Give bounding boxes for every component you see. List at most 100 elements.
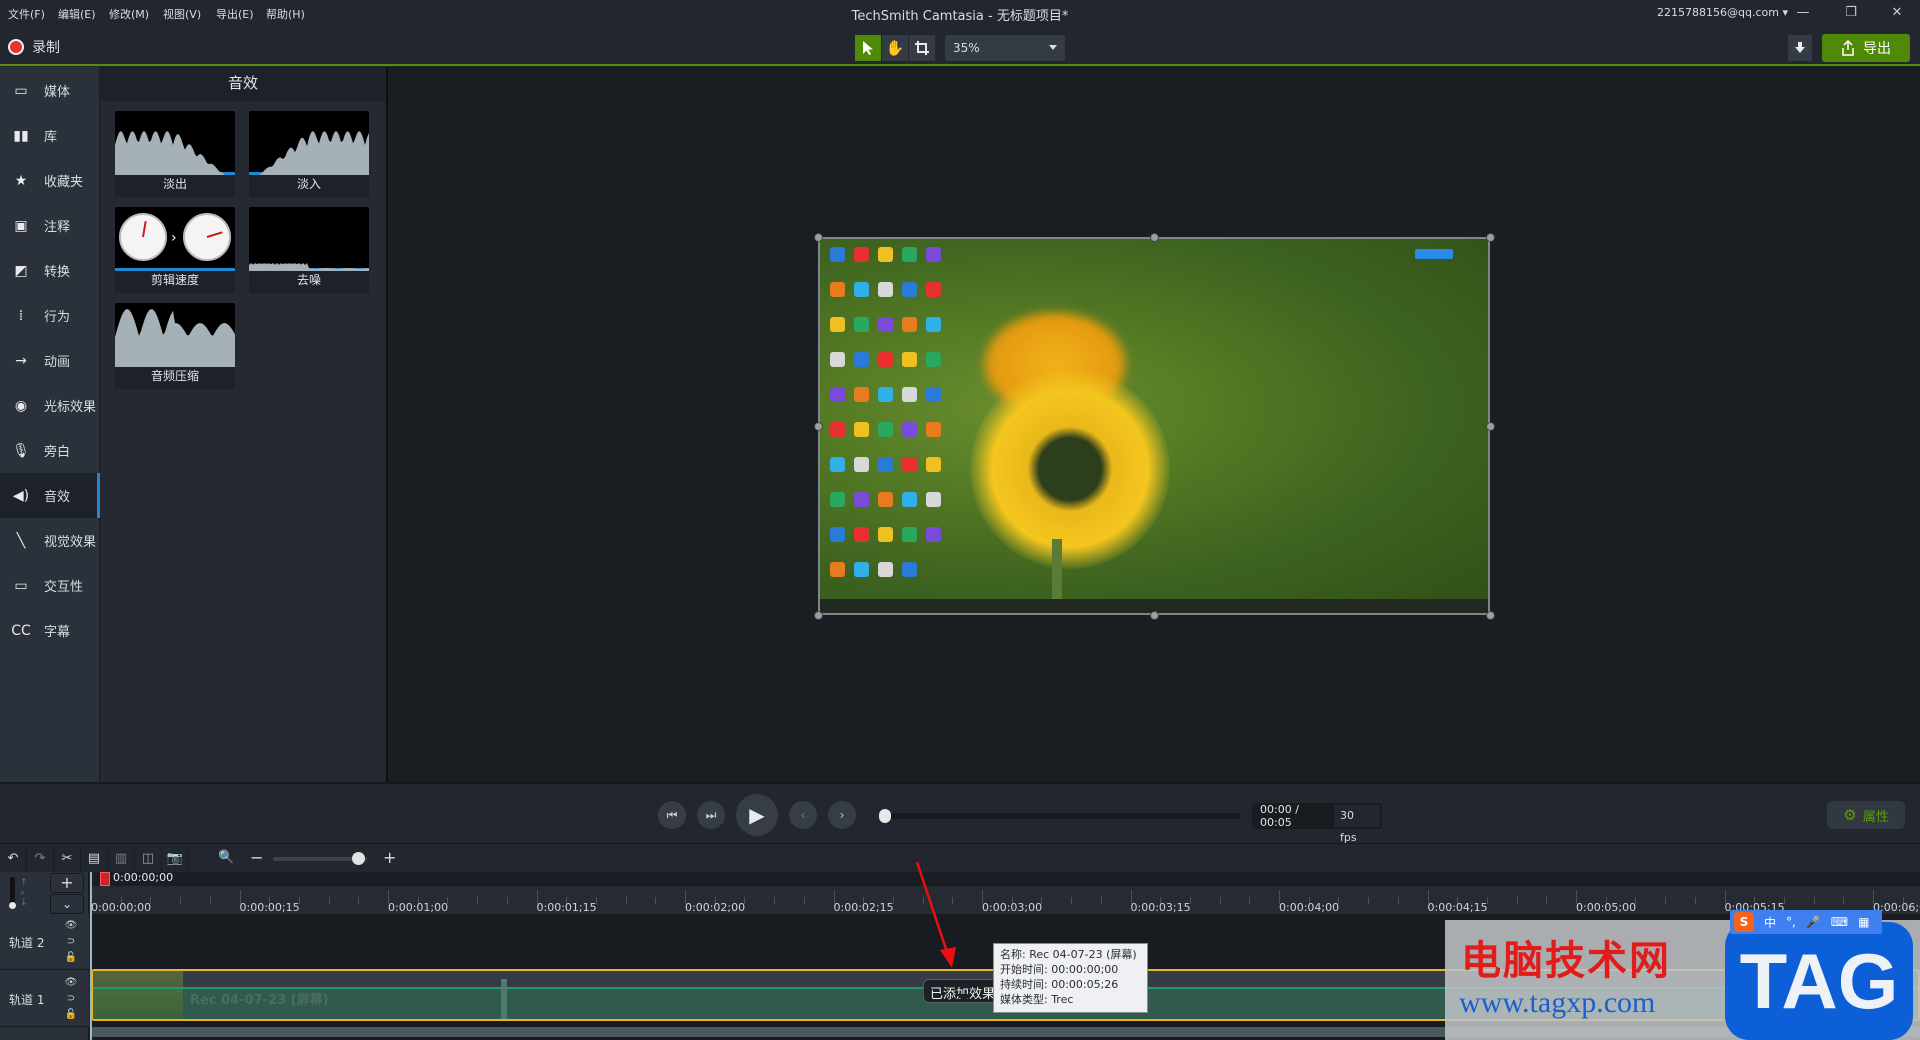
record-button[interactable]: 录制: [8, 37, 60, 57]
resize-handle[interactable]: [1486, 233, 1495, 242]
track-height-handle[interactable]: [9, 902, 16, 909]
eye-icon[interactable]: 👁: [64, 975, 78, 991]
split-button[interactable]: ◫: [135, 845, 162, 872]
effect-fade-in[interactable]: 淡入: [249, 111, 369, 197]
snapshot-button[interactable]: 📷: [162, 845, 189, 872]
sidebar-item-label: 库: [44, 130, 58, 145]
track-height-slider[interactable]: [10, 877, 15, 905]
sidebar-item-2[interactable]: ★ 收藏夹: [0, 158, 100, 203]
track-options-button[interactable]: ⌄: [50, 894, 84, 914]
clip-thumbnail: [93, 971, 183, 1019]
grid-menu-icon[interactable]: ▦: [1858, 915, 1869, 929]
sidebar-item-0[interactable]: ▭ 媒体: [0, 68, 100, 113]
ime-punctuation-icon[interactable]: °,: [1786, 915, 1796, 929]
sidebar-item-10[interactable]: ╲ 视觉效果: [0, 518, 100, 563]
next-marker-button[interactable]: ›: [828, 801, 856, 829]
download-arrow-icon: [1795, 42, 1805, 53]
effect-clip-speed[interactable]: › 剪辑速度: [115, 207, 235, 293]
next-frame-button[interactable]: ⏭: [697, 801, 725, 829]
properties-label: 属性: [1862, 809, 1889, 825]
ruler-label: 0:00:04;00: [1279, 901, 1340, 914]
sidebar-item-6[interactable]: → 动画: [0, 338, 100, 383]
ime-toolbar[interactable]: S 中 °, 🎤 ⌨ ▦: [1730, 910, 1882, 934]
effect-audio-compression[interactable]: 音频压缩: [115, 303, 235, 389]
add-track-button[interactable]: +: [50, 873, 84, 893]
menu-file[interactable]: 文件(F): [8, 6, 45, 22]
zoom-out-button[interactable]: −: [250, 848, 263, 867]
desktop-icon: [902, 527, 917, 542]
ruler-tick: [1219, 897, 1221, 904]
desktop-icon: [902, 352, 917, 367]
crop-tool-button[interactable]: [909, 35, 935, 61]
paste-button[interactable]: ▥: [108, 845, 135, 872]
desktop-icon: [878, 317, 893, 332]
minimize-button[interactable]: —: [1788, 3, 1818, 23]
effect-fade-out[interactable]: 淡出: [115, 111, 235, 197]
magnet-icon[interactable]: ⊃: [64, 991, 78, 1007]
resize-handle[interactable]: [1150, 611, 1159, 620]
menu-help[interactable]: 帮助(H): [266, 6, 305, 22]
ruler-tick: [922, 897, 924, 904]
resize-handle[interactable]: [814, 233, 823, 242]
keyboard-icon[interactable]: ⌨: [1831, 915, 1848, 929]
magnet-icon[interactable]: ⊃: [64, 934, 78, 950]
eye-icon[interactable]: 👁: [64, 918, 78, 934]
menu-edit[interactable]: 编辑(E): [58, 6, 96, 22]
unlock-icon[interactable]: 🔓: [64, 1007, 78, 1023]
scrubber-handle[interactable]: [879, 809, 891, 823]
record-icon: [8, 39, 24, 55]
effect-noise-removal[interactable]: 去噪: [249, 207, 369, 293]
video-preview[interactable]: [818, 237, 1490, 615]
resize-handle[interactable]: [1486, 422, 1495, 431]
playhead-time: 0:00:00;00: [113, 871, 174, 884]
resize-handle[interactable]: [1486, 611, 1495, 620]
timeline-zoom-handle[interactable]: [351, 852, 365, 865]
copy-button[interactable]: ▤: [81, 845, 108, 872]
ime-chinese-mode[interactable]: 中: [1764, 914, 1776, 931]
sidebar-item-5[interactable]: ⁞ 行为: [0, 293, 100, 338]
playback-scrubber[interactable]: [880, 813, 1240, 819]
sidebar-item-7[interactable]: ◉ 光标效果: [0, 383, 100, 428]
restore-button[interactable]: ❐: [1836, 3, 1866, 23]
audio-waveform: [501, 979, 507, 1019]
sidebar-item-8[interactable]: 🎙 旁白: [0, 428, 100, 473]
sidebar-item-1[interactable]: ▮▮ 库: [0, 113, 100, 158]
menu-view[interactable]: 视图(V): [163, 6, 201, 22]
desktop-icon: [830, 422, 845, 437]
playhead-handle[interactable]: [100, 872, 110, 886]
menu-export[interactable]: 导出(E): [216, 6, 254, 22]
sidebar-item-11[interactable]: ▭ 交互性: [0, 563, 100, 608]
redo-button[interactable]: ↷: [27, 845, 54, 872]
play-button[interactable]: ▶: [736, 794, 778, 836]
playhead-line[interactable]: [90, 872, 92, 1040]
account-menu[interactable]: 2215788156@qq.com ▾: [1657, 6, 1788, 19]
close-button[interactable]: ✕: [1882, 3, 1912, 23]
menu-modify[interactable]: 修改(M): [109, 6, 149, 22]
sidebar-item-3[interactable]: ▣ 注释: [0, 203, 100, 248]
sidebar-item-9[interactable]: ◀) 音效: [0, 473, 100, 518]
select-tool-button[interactable]: [855, 35, 881, 61]
effect-thumbnail: ›: [115, 207, 235, 271]
undo-button[interactable]: ↶: [0, 845, 27, 872]
microphone-icon[interactable]: 🎤: [1806, 915, 1821, 929]
desktop-icon: [830, 282, 845, 297]
sidebar-item-label: 转换: [44, 265, 71, 280]
resize-handle[interactable]: [1150, 233, 1159, 242]
download-button[interactable]: [1788, 35, 1812, 61]
export-button[interactable]: 导出: [1822, 34, 1910, 62]
unlock-icon[interactable]: 🔓: [64, 950, 78, 966]
zoom-in-button[interactable]: +: [383, 848, 396, 867]
properties-button[interactable]: ⚙ 属性: [1827, 801, 1905, 829]
canvas-zoom-dropdown[interactable]: 35%: [945, 35, 1065, 61]
resize-handle[interactable]: [814, 422, 823, 431]
sidebar-item-label: 音效: [44, 490, 71, 505]
cut-button[interactable]: ✂: [54, 845, 81, 872]
pan-tool-button[interactable]: ✋: [882, 35, 908, 61]
previous-marker-button[interactable]: ‹: [789, 801, 817, 829]
desktop-icon: [854, 562, 869, 577]
sidebar-item-4[interactable]: ◩ 转换: [0, 248, 100, 293]
previous-frame-button[interactable]: ⏮: [658, 801, 686, 829]
timeline-ruler[interactable]: 0:00:00;00 0:00:00;15 0:00:01;00 0:00:01;15…: [90, 872, 1920, 914]
resize-handle[interactable]: [814, 611, 823, 620]
sidebar-item-12[interactable]: CC 字幕: [0, 608, 100, 653]
